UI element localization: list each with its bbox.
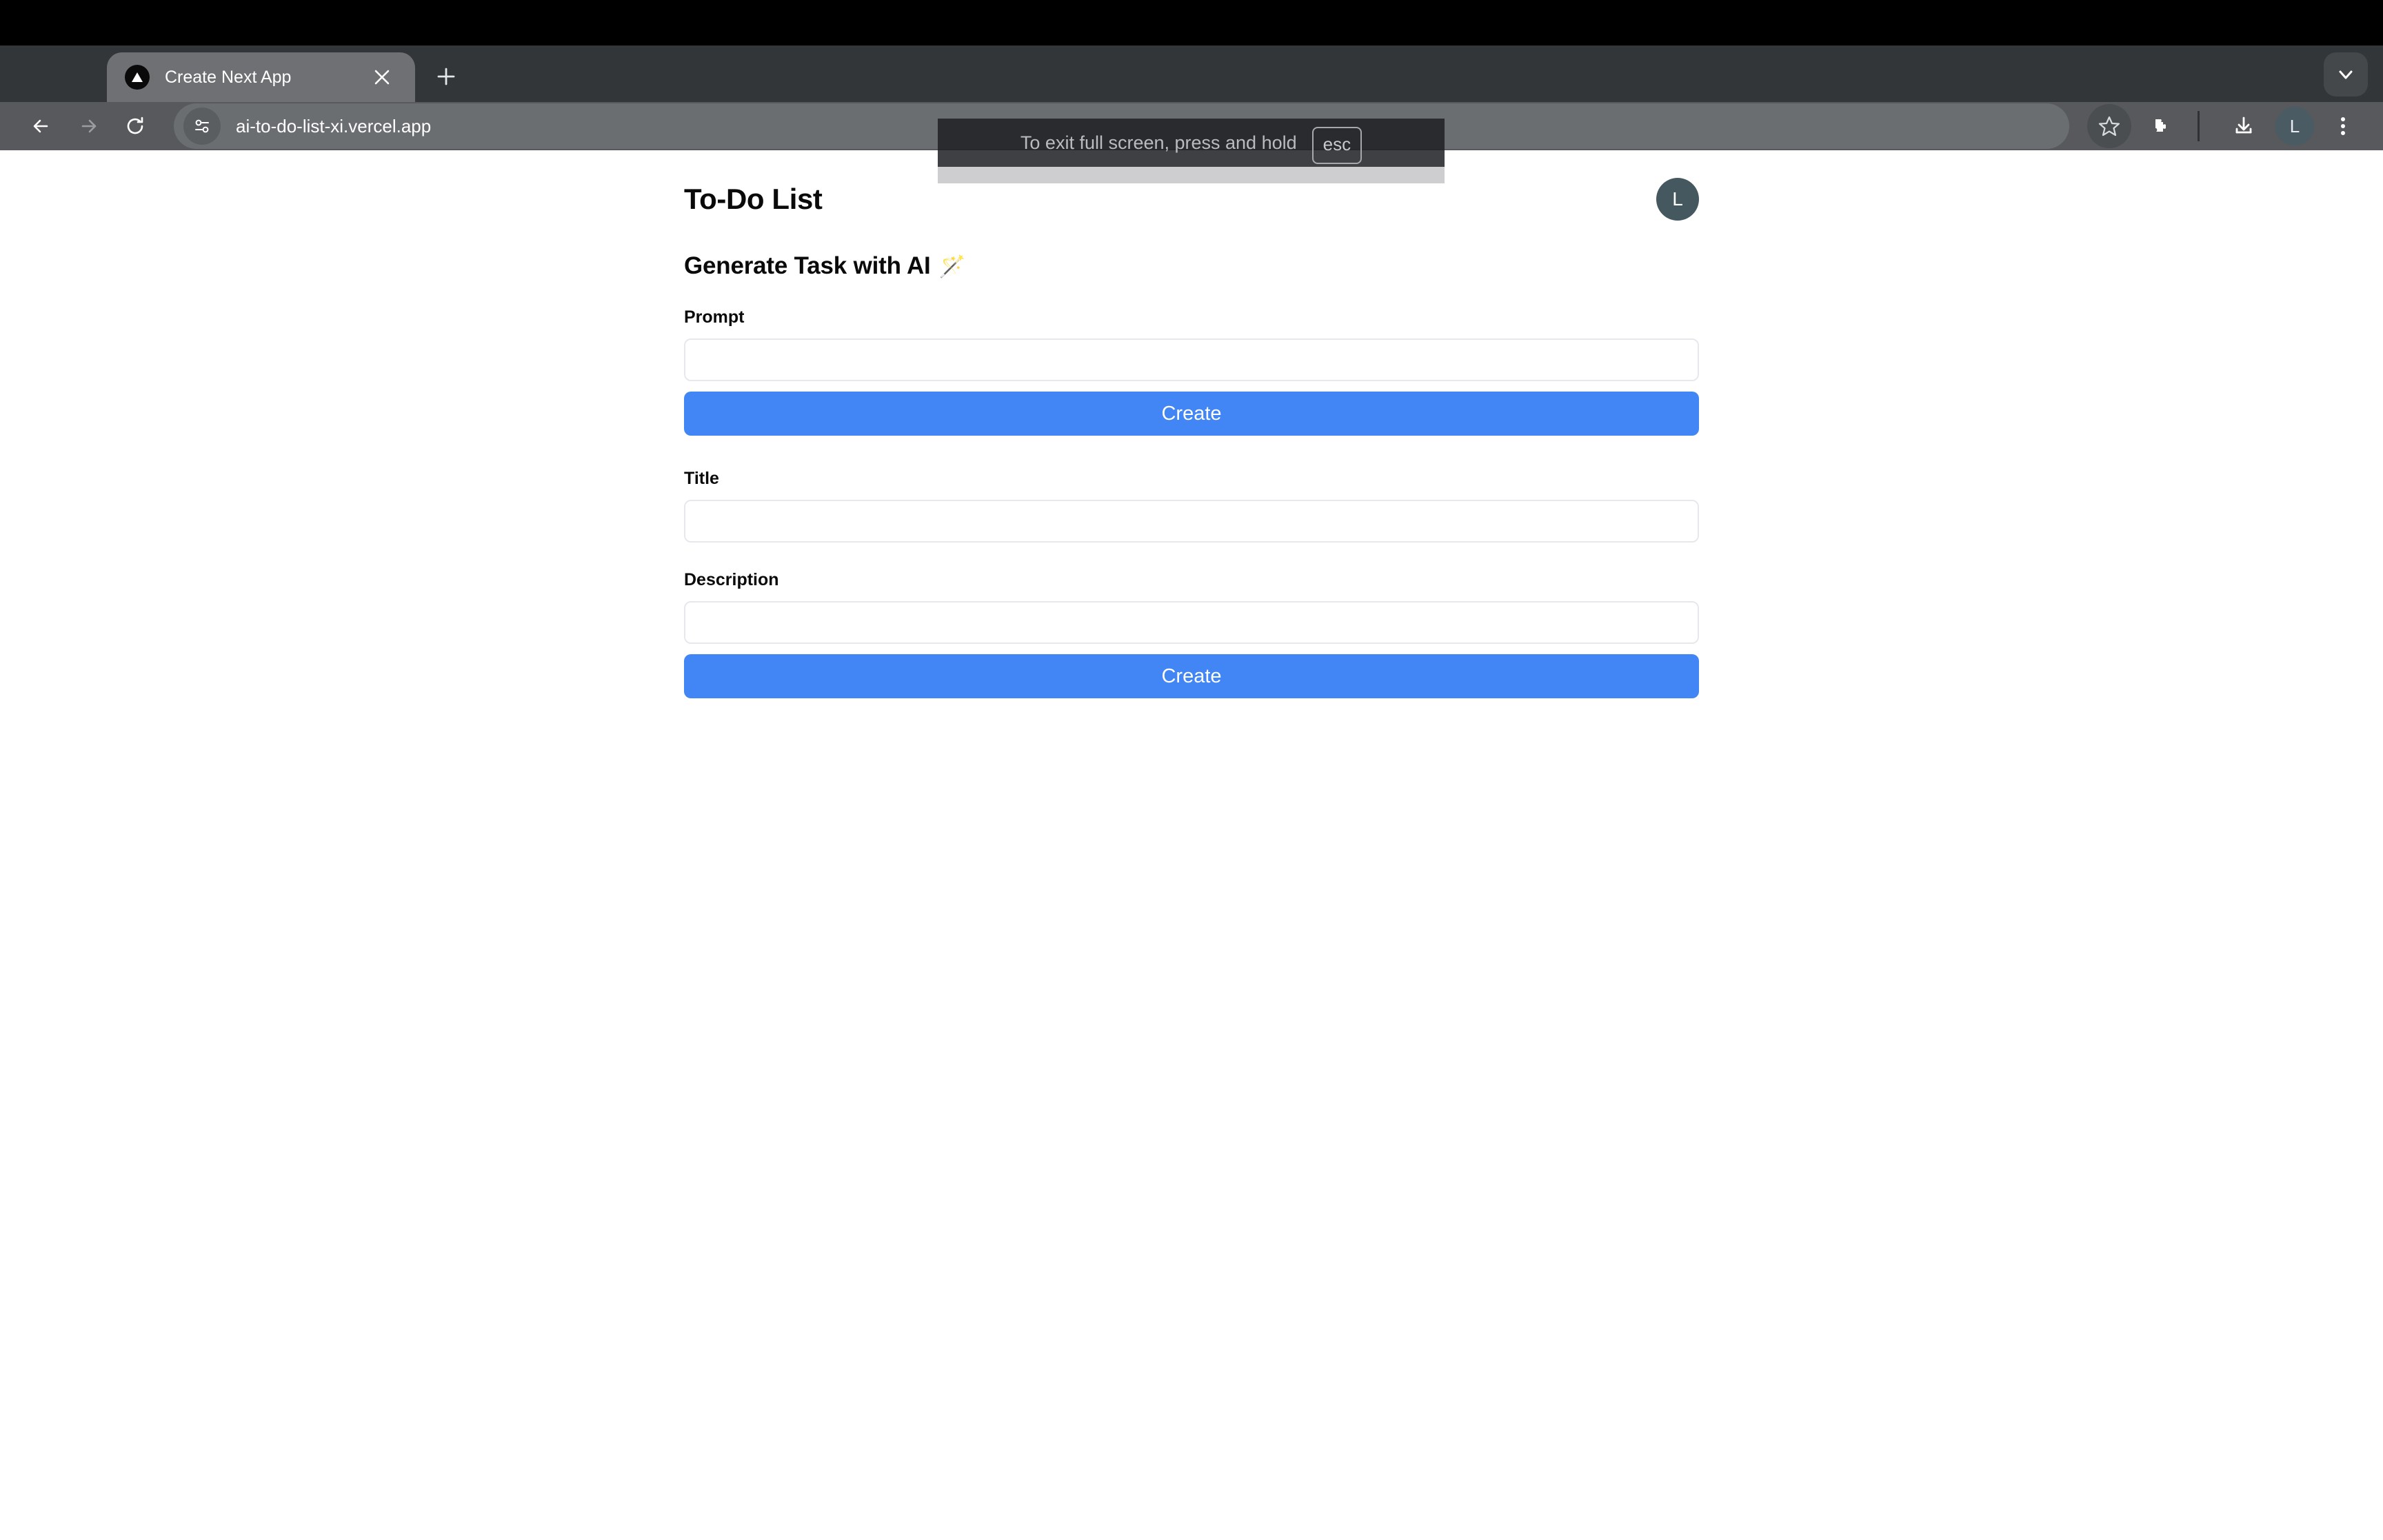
tab-strip: Create Next App — [0, 45, 2383, 102]
puzzle-piece-icon[interactable] — [2138, 104, 2182, 148]
forward-arrow-icon — [65, 103, 112, 150]
close-icon[interactable] — [367, 62, 397, 92]
fullscreen-exit-toast: To exit full screen, press and hold esc — [938, 119, 1445, 167]
tab-title: Create Next App — [165, 67, 292, 87]
task-create-button[interactable]: Create — [684, 654, 1699, 698]
download-icon[interactable] — [2222, 104, 2266, 148]
todo-app: To-Do List L Generate Task with AI 🪄 Pro… — [684, 178, 1699, 698]
avatar[interactable]: L — [1656, 178, 1699, 221]
description-label: Description — [684, 570, 779, 589]
prompt-label: Prompt — [684, 307, 745, 327]
fullscreen-toast-message: To exit full screen, press and hold — [1020, 132, 1297, 153]
three-dot-menu-icon[interactable] — [2321, 104, 2365, 148]
reload-icon[interactable] — [112, 103, 159, 150]
ai-section-heading-text: Generate Task with AI — [684, 252, 931, 279]
browser-tab[interactable]: Create Next App — [107, 52, 415, 102]
nextjs-triangle-icon — [125, 65, 150, 90]
tab-search-button[interactable] — [2324, 52, 2368, 97]
site-settings-icon[interactable] — [183, 108, 221, 145]
ai-create-button[interactable]: Create — [684, 392, 1699, 436]
page-header: To-Do List L — [684, 178, 1699, 221]
url-text: ai-to-do-list-xi.vercel.app — [236, 115, 432, 136]
new-tab-button[interactable] — [425, 55, 467, 98]
esc-key-badge: esc — [1311, 127, 1363, 164]
title-input[interactable] — [684, 500, 1699, 543]
page-viewport: To-Do List L Generate Task with AI 🪄 Pro… — [0, 150, 2383, 1540]
magic-wand-icon: 🪄 — [938, 254, 966, 278]
browser-profile-avatar[interactable]: L — [2275, 107, 2314, 145]
description-input[interactable] — [684, 601, 1699, 644]
back-arrow-icon[interactable] — [18, 103, 65, 150]
prompt-input[interactable] — [684, 338, 1699, 381]
toolbar-divider — [2198, 111, 2200, 141]
titlebar — [0, 0, 2383, 45]
browser-window: Create Next App ai-to-do-list-xi.vercel.… — [0, 0, 2383, 1540]
fullscreen-toast-shadow — [938, 167, 1445, 183]
ai-section-heading: Generate Task with AI 🪄 — [684, 252, 1699, 280]
page-title: To-Do List — [684, 183, 823, 215]
star-icon[interactable] — [2087, 104, 2131, 148]
title-label: Title — [684, 469, 719, 488]
